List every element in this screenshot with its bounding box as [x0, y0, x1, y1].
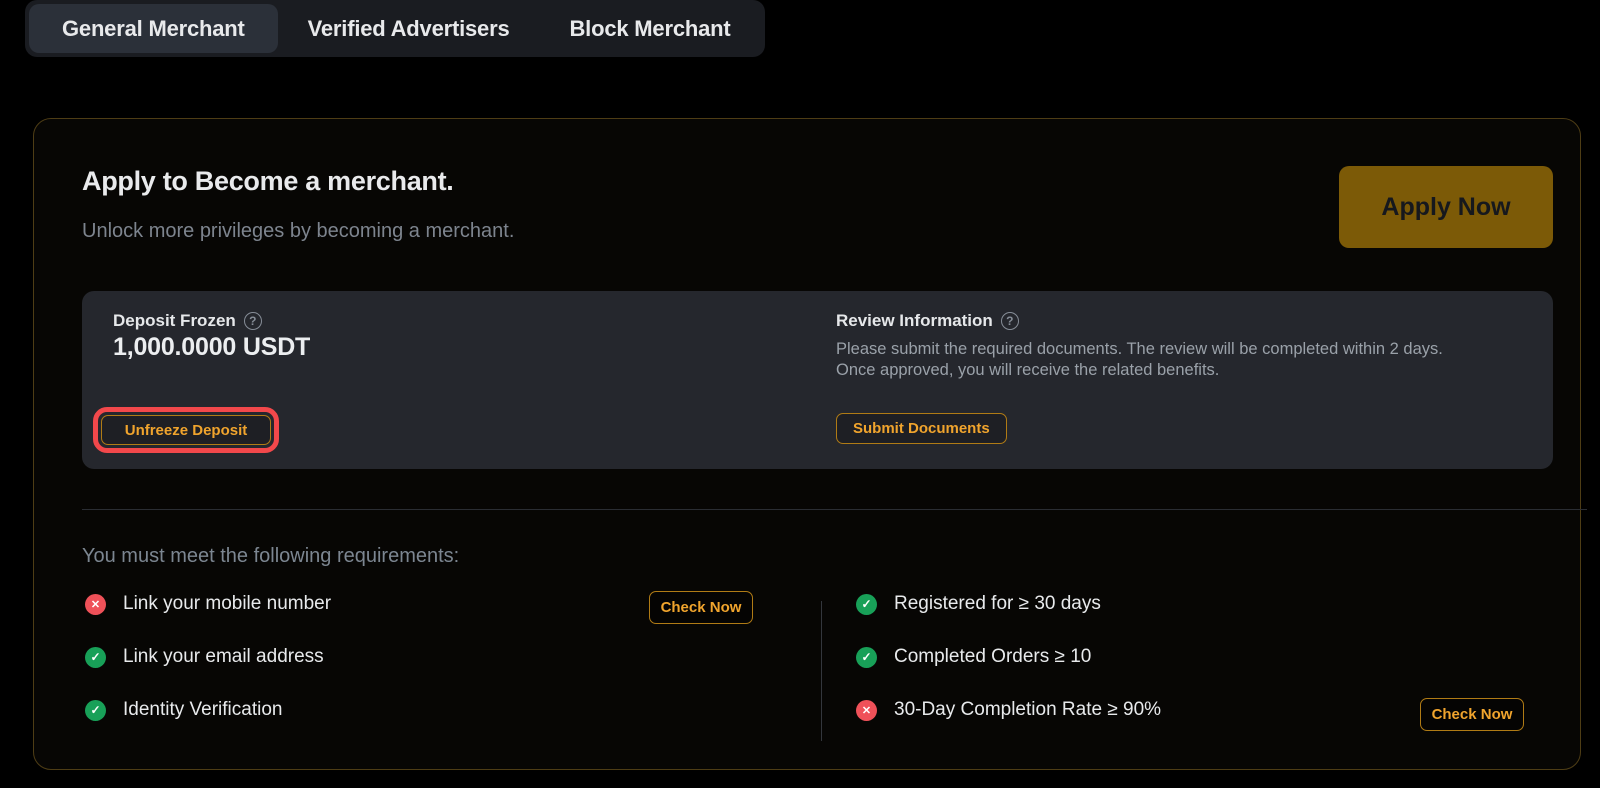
annotation-highlight-box: Unfreeze Deposit	[93, 407, 279, 453]
check-circle-icon	[85, 647, 106, 668]
page-subtitle: Unlock more privileges by becoming a mer…	[82, 220, 514, 243]
requirements-heading: You must meet the following requirements…	[82, 545, 459, 568]
requirement-row: Link your mobile number	[85, 593, 331, 615]
review-description: Please submit the required documents. Th…	[836, 339, 1481, 381]
requirement-label: 30-Day Completion Rate ≥ 90%	[894, 699, 1161, 721]
column-divider	[821, 601, 822, 741]
deposit-amount: 1,000.0000 USDT	[113, 333, 310, 362]
review-information-label: Review Information	[836, 311, 993, 331]
tab-block-merchant[interactable]: Block Merchant	[539, 4, 760, 53]
unfreeze-deposit-button[interactable]: Unfreeze Deposit	[101, 415, 271, 445]
check-now-completion-button[interactable]: Check Now	[1420, 698, 1524, 731]
requirement-label: Registered for ≥ 30 days	[894, 593, 1101, 615]
review-information-header: Review Information	[836, 311, 1019, 331]
requirement-row: 30-Day Completion Rate ≥ 90%	[856, 699, 1161, 721]
page-title: Apply to Become a merchant.	[82, 166, 454, 197]
requirement-row: Completed Orders ≥ 10	[856, 646, 1091, 668]
check-now-mobile-button[interactable]: Check Now	[649, 591, 753, 624]
check-circle-icon	[85, 700, 106, 721]
requirement-label: Identity Verification	[123, 699, 282, 721]
requirement-label: Completed Orders ≥ 10	[894, 646, 1091, 668]
merchant-tabbar: General Merchant Verified Advertisers Bl…	[25, 0, 765, 57]
deposit-review-panel: Deposit Frozen 1,000.0000 USDT Unfreeze …	[82, 291, 1553, 469]
help-icon[interactable]	[1001, 312, 1019, 330]
requirement-row: Identity Verification	[85, 699, 282, 721]
deposit-frozen-label: Deposit Frozen	[113, 311, 236, 331]
cross-circle-icon	[856, 700, 877, 721]
deposit-frozen-header: Deposit Frozen	[113, 311, 262, 331]
submit-documents-button[interactable]: Submit Documents	[836, 413, 1007, 444]
apply-now-button[interactable]: Apply Now	[1339, 166, 1553, 248]
requirement-label: Link your email address	[123, 646, 324, 668]
requirement-row: Link your email address	[85, 646, 324, 668]
tab-verified-advertisers[interactable]: Verified Advertisers	[278, 4, 540, 53]
help-icon[interactable]	[244, 312, 262, 330]
check-circle-icon	[856, 594, 877, 615]
section-divider	[82, 509, 1587, 510]
requirement-label: Link your mobile number	[123, 593, 331, 615]
tab-general-merchant[interactable]: General Merchant	[29, 4, 278, 53]
check-circle-icon	[856, 647, 877, 668]
cross-circle-icon	[85, 594, 106, 615]
requirement-row: Registered for ≥ 30 days	[856, 593, 1101, 615]
apply-merchant-card: Apply to Become a merchant. Unlock more …	[33, 118, 1581, 770]
